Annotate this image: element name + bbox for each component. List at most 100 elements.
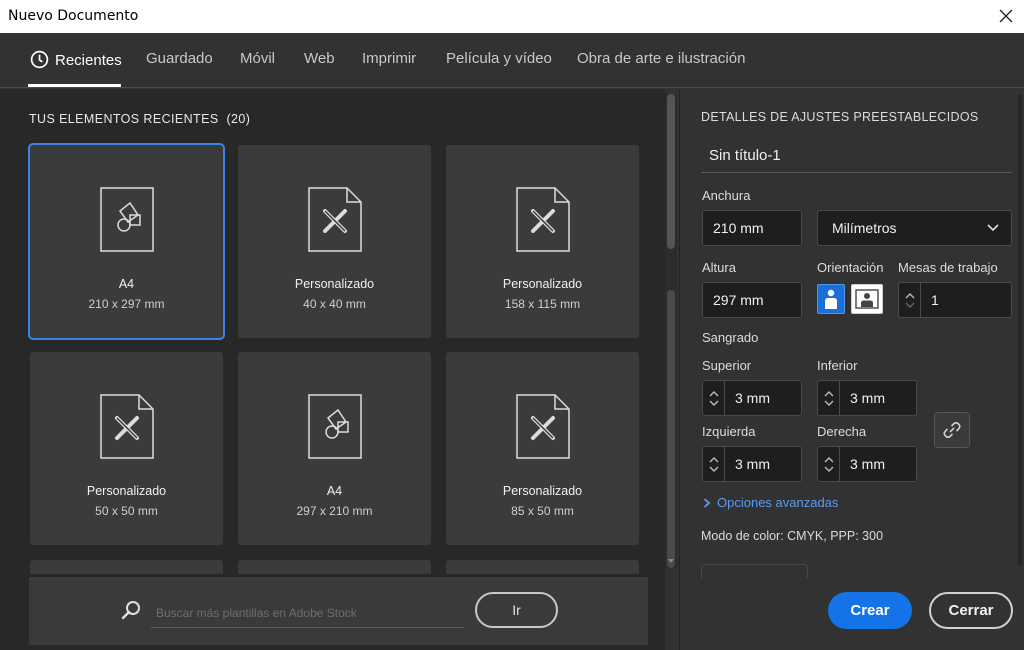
bleed-label: Sangrado bbox=[702, 330, 759, 345]
preset-details-title: DETALLES DE AJUSTES PREESTABLECIDOS bbox=[701, 110, 979, 124]
preset-scrollbar[interactable] bbox=[1018, 95, 1022, 565]
card-name: Personalizado bbox=[502, 484, 583, 498]
bleed-left-stepper[interactable]: 3 mm bbox=[702, 446, 802, 482]
card-size: 297 x 210 mm bbox=[296, 504, 373, 518]
landscape-orientation-button[interactable] bbox=[851, 284, 883, 314]
recent-card-custom[interactable]: Personalizado 85 x 50 mm bbox=[446, 352, 639, 545]
width-label: Anchura bbox=[702, 188, 751, 203]
card-size: 210 x 297 mm bbox=[88, 297, 165, 311]
tab-recientes[interactable]: Recientes bbox=[30, 50, 122, 73]
bleed-left-value: 3 mm bbox=[735, 456, 770, 472]
clock-icon bbox=[30, 50, 49, 73]
chevron-down-icon[interactable] bbox=[824, 466, 834, 472]
card-size: 40 x 40 mm bbox=[303, 297, 366, 311]
chevron-up-icon[interactable] bbox=[824, 390, 834, 397]
chevron-down-icon[interactable] bbox=[824, 400, 834, 406]
tab-obra-de-arte[interactable]: Obra de arte e ilustración bbox=[577, 50, 745, 67]
width-field[interactable]: 210 mm bbox=[702, 210, 802, 246]
document-name-field[interactable]: Sin título-1 bbox=[701, 141, 1012, 173]
recent-card-a4[interactable]: A4 210 x 297 mm bbox=[28, 143, 225, 340]
recent-card-partial[interactable] bbox=[30, 560, 223, 574]
card-name: Personalizado bbox=[86, 484, 167, 498]
advanced-options-toggle[interactable]: Opciones avanzadas bbox=[703, 495, 838, 510]
advanced-options-label: Opciones avanzadas bbox=[717, 495, 839, 510]
bleed-right-label: Derecha bbox=[817, 424, 867, 439]
close-button[interactable]: Cerrar bbox=[929, 592, 1013, 629]
chevron-down-icon bbox=[987, 224, 999, 232]
chain-link-icon bbox=[943, 421, 961, 439]
chevron-up-icon[interactable] bbox=[905, 292, 915, 299]
chevron-up-icon[interactable] bbox=[709, 390, 719, 397]
bleed-top-value: 3 mm bbox=[735, 390, 770, 406]
chevron-right-icon bbox=[703, 498, 711, 508]
recent-section-title: TUS ELEMENTOS RECIENTES (20) bbox=[29, 112, 250, 126]
tab-guardado[interactable]: Guardado bbox=[146, 50, 213, 67]
tab-bar: Recientes Guardado Móvil Web Imprimir Pe… bbox=[0, 33, 1024, 88]
tab-web[interactable]: Web bbox=[304, 50, 335, 67]
recent-title-text: TUS ELEMENTOS RECIENTES bbox=[29, 112, 219, 126]
recent-card-a4-landscape[interactable]: A4 297 x 210 mm bbox=[238, 352, 431, 545]
close-icon[interactable] bbox=[994, 4, 1018, 28]
search-icon bbox=[121, 601, 140, 620]
recent-card-custom[interactable]: Personalizado 40 x 40 mm bbox=[238, 145, 431, 338]
chevron-up-icon[interactable] bbox=[824, 456, 834, 463]
recent-count: (20) bbox=[226, 112, 251, 126]
card-size: 50 x 50 mm bbox=[95, 504, 158, 518]
tab-pelicula-video[interactable]: Película y vídeo bbox=[446, 50, 552, 67]
bleed-bottom-label: Inferior bbox=[817, 358, 858, 373]
tab-movil[interactable]: Móvil bbox=[240, 50, 275, 67]
bleed-right-stepper[interactable]: 3 mm bbox=[817, 446, 917, 482]
bleed-top-stepper-arrows[interactable] bbox=[703, 381, 725, 415]
scroll-down-icon[interactable] bbox=[666, 556, 676, 566]
card-size: 158 x 115 mm bbox=[504, 297, 581, 311]
bleed-top-label: Superior bbox=[702, 358, 752, 373]
active-tab-indicator bbox=[28, 84, 121, 87]
card-name: Personalizado bbox=[294, 277, 375, 291]
artboards-stepper-arrows[interactable] bbox=[899, 283, 921, 317]
recent-card-custom[interactable]: Personalizado 158 x 115 mm bbox=[446, 145, 639, 338]
go-button[interactable]: Ir bbox=[475, 592, 558, 628]
shapes-document-icon bbox=[100, 187, 154, 252]
chevron-down-icon[interactable] bbox=[905, 302, 915, 308]
portrait-orientation-button[interactable] bbox=[817, 284, 845, 314]
units-select[interactable]: Milímetros bbox=[817, 210, 1012, 246]
custom-document-icon bbox=[516, 187, 570, 252]
more-options-button-partial[interactable] bbox=[701, 564, 808, 578]
units-value: Milímetros bbox=[832, 220, 897, 236]
color-mode-summary: Modo de color: CMYK, PPP: 300 bbox=[701, 529, 884, 543]
bleed-right-value: 3 mm bbox=[850, 456, 885, 472]
card-size: 85 x 50 mm bbox=[511, 504, 574, 518]
chevron-down-icon[interactable] bbox=[709, 400, 719, 406]
landscape-person-icon bbox=[855, 289, 879, 309]
artboards-stepper[interactable]: 1 bbox=[898, 282, 1012, 318]
scrollbar-track-fill bbox=[667, 290, 675, 568]
chevron-down-icon[interactable] bbox=[709, 466, 719, 472]
link-bleed-button[interactable] bbox=[934, 412, 970, 448]
scrollbar-thumb[interactable] bbox=[667, 94, 675, 249]
artboards-label: Mesas de trabajo bbox=[898, 260, 998, 275]
custom-document-icon bbox=[308, 187, 362, 252]
bleed-bottom-value: 3 mm bbox=[850, 390, 885, 406]
chevron-up-icon[interactable] bbox=[709, 456, 719, 463]
bleed-bottom-stepper-arrows[interactable] bbox=[818, 381, 840, 415]
recent-card-partial[interactable] bbox=[446, 560, 639, 574]
bleed-right-stepper-arrows[interactable] bbox=[818, 447, 840, 481]
bleed-left-stepper-arrows[interactable] bbox=[703, 447, 725, 481]
card-name: A4 bbox=[118, 277, 135, 291]
height-label: Altura bbox=[702, 260, 736, 275]
bleed-top-stepper[interactable]: 3 mm bbox=[702, 380, 802, 416]
bleed-left-label: Izquierda bbox=[702, 424, 756, 439]
height-field[interactable]: 297 mm bbox=[702, 282, 802, 318]
shapes-document-icon bbox=[308, 394, 362, 459]
title-bar: Nuevo Documento bbox=[0, 0, 1024, 33]
orientation-label: Orientación bbox=[817, 260, 884, 275]
tab-imprimir[interactable]: Imprimir bbox=[362, 50, 416, 67]
recent-card-custom[interactable]: Personalizado 50 x 50 mm bbox=[30, 352, 223, 545]
card-name: Personalizado bbox=[502, 277, 583, 291]
artboards-value: 1 bbox=[931, 292, 939, 308]
card-name: A4 bbox=[326, 484, 343, 498]
create-button[interactable]: Crear bbox=[828, 592, 912, 629]
recent-card-partial[interactable] bbox=[238, 560, 431, 574]
bleed-bottom-stepper[interactable]: 3 mm bbox=[817, 380, 917, 416]
stock-search-input[interactable] bbox=[151, 598, 464, 628]
